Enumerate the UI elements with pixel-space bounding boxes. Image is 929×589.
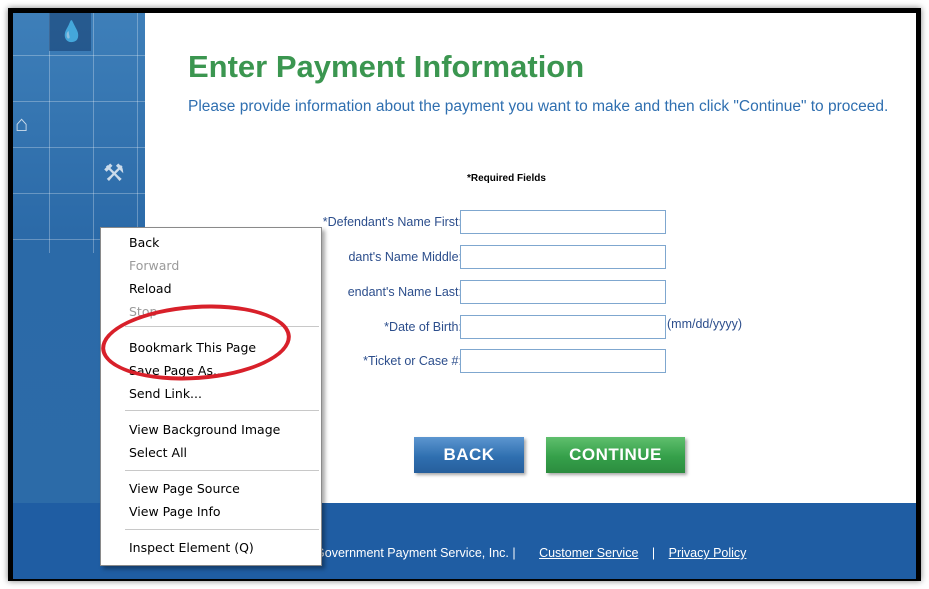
menu-item-reload[interactable]: Reload [129,279,172,299]
faucet-icon: 💧 [59,21,84,43]
back-button[interactable]: BACK [414,437,524,473]
continue-button[interactable]: CONTINUE [546,437,685,473]
menu-separator [125,410,319,411]
menu-item-view-page-info[interactable]: View Page Info [129,502,221,522]
first-name-label: *Defendant's Name First: [322,215,462,229]
ticket-case-label: *Ticket or Case #: [363,354,462,368]
menu-item-save-page-as[interactable]: Save Page As... [129,361,225,381]
menu-item-view-background-image[interactable]: View Background Image [129,420,280,440]
menu-item-select-all[interactable]: Select All [129,443,187,463]
last-name-input[interactable] [460,280,666,304]
privacy-policy-link[interactable]: Privacy Policy [669,546,747,560]
menu-item-forward: Forward [129,258,180,273]
page-instructions: Please provide information about the pay… [188,98,889,115]
dob-format-hint: (mm/dd/yyyy) [667,317,742,331]
house-icon: ⌂ [15,111,29,136]
browser-context-menu: Back Forward Reload Stop Bookmark This P… [100,227,322,566]
ticket-case-input[interactable] [460,349,666,373]
menu-item-bookmark[interactable]: Bookmark This Page [129,338,256,358]
menu-separator [125,326,319,327]
first-name-input[interactable] [460,210,666,234]
menu-item-back[interactable]: Back [129,233,159,253]
last-name-label: endant's Name Last: [347,285,462,299]
middle-name-label: dant's Name Middle: [348,250,462,264]
middle-name-input[interactable] [460,245,666,269]
dob-label: *Date of Birth: [384,320,462,334]
menu-item-send-link[interactable]: Send Link... [129,384,202,404]
menu-separator [125,470,319,471]
menu-item-stop: Stop [129,304,158,319]
footer-text: © 2011 Government Payment Service, Inc. … [272,546,746,560]
dob-input[interactable] [460,315,666,339]
footer-separator: | [651,546,656,560]
gavel-icon: ⚒ [103,160,125,187]
customer-service-link[interactable]: Customer Service [539,546,638,560]
menu-item-inspect-element[interactable]: Inspect Element (Q) [129,538,254,558]
page-title: Enter Payment Information [188,49,585,84]
menu-item-view-page-source[interactable]: View Page Source [129,479,240,499]
menu-separator [125,529,319,530]
required-fields-note: *Required Fields [467,173,546,184]
